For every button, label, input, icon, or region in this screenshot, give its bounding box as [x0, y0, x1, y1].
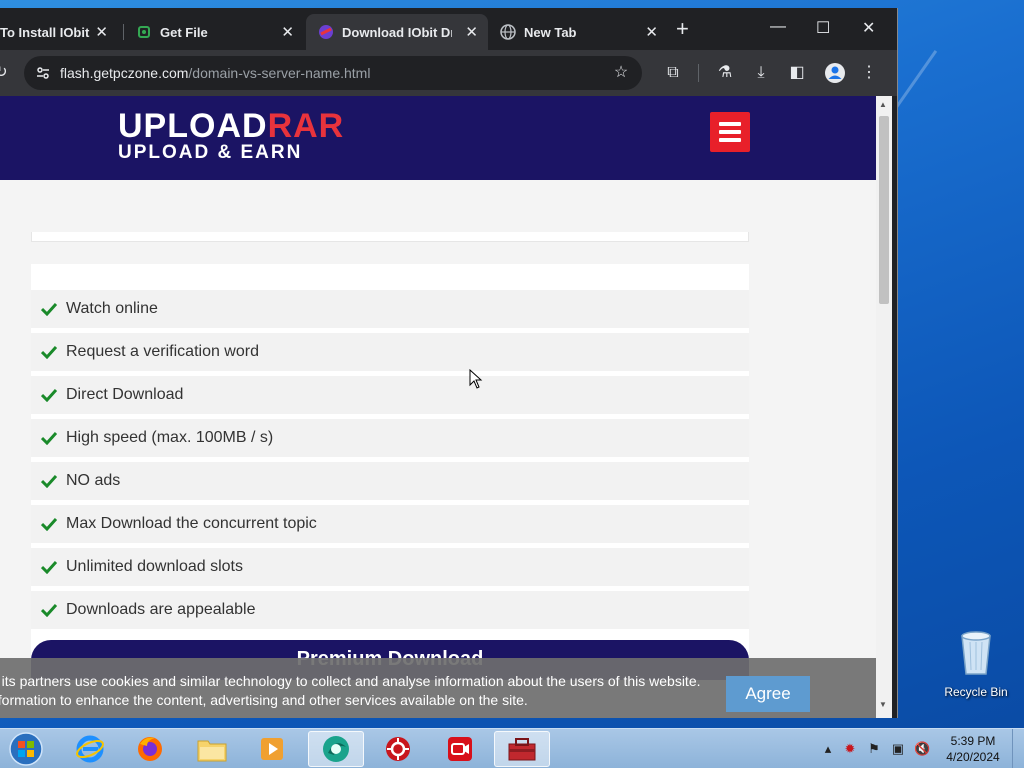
- bug-icon: [138, 26, 150, 38]
- tab-download-iobit[interactable]: Download IObit Driv ✕: [306, 14, 488, 50]
- close-window-button[interactable]: ✕: [862, 18, 875, 38]
- checkmark-icon: [41, 517, 57, 531]
- feature-item: NO ads: [31, 462, 749, 500]
- new-tab-button[interactable]: +: [676, 18, 689, 40]
- site-info-icon[interactable]: [36, 66, 50, 80]
- profile-avatar-icon[interactable]: [824, 62, 846, 84]
- taskbar-chrome-active[interactable]: [308, 731, 364, 767]
- tab-label: Download IObit Driv: [342, 24, 452, 40]
- browser-toolbar: ↻ flash.getpczone.com/domain-vs-server-n…: [0, 50, 897, 96]
- tab-label: New Tab: [524, 24, 577, 40]
- volume-muted-icon[interactable]: 🔇: [914, 741, 930, 757]
- tab-label: To Install IObit: [0, 24, 90, 40]
- scroll-down-arrow-icon[interactable]: ▼: [879, 700, 887, 709]
- reload-icon[interactable]: ↻: [0, 64, 10, 82]
- url-domain: flash.getpczone.com: [60, 65, 189, 81]
- globe-icon: [500, 24, 516, 40]
- feature-item: Unlimited download slots: [31, 548, 749, 586]
- maximize-button[interactable]: ☐: [816, 18, 830, 38]
- toolbar-divider: [698, 64, 699, 82]
- tab-close-icon[interactable]: ✕: [645, 23, 658, 41]
- labs-flask-icon[interactable]: ⚗: [716, 64, 734, 82]
- bookmark-star-icon[interactable]: ☆: [612, 64, 630, 82]
- security-tray-icon[interactable]: ✹: [842, 741, 858, 757]
- taskbar-driver-booster[interactable]: [370, 731, 426, 767]
- url-text: flash.getpczone.com/domain-vs-server-nam…: [60, 65, 370, 81]
- uploadrar-logo[interactable]: UPLOADRAR UPLOAD & EARN: [118, 107, 345, 164]
- firefox-icon: [138, 737, 162, 761]
- tab-close-icon[interactable]: ✕: [95, 23, 108, 41]
- recycle-bin-desktop-icon[interactable]: Recycle Bin: [944, 630, 1008, 699]
- browser-app-icon: [323, 736, 349, 762]
- agree-button[interactable]: Agree: [726, 676, 810, 712]
- checkmark-icon: [41, 345, 57, 359]
- tab-get-file[interactable]: Get File ✕: [124, 14, 304, 50]
- side-panel-icon[interactable]: ◧: [788, 64, 806, 82]
- taskbar-media-player[interactable]: [244, 731, 300, 767]
- tab-label: Get File: [160, 24, 208, 40]
- network-icon[interactable]: ▣: [890, 741, 906, 757]
- menu-kebab-icon[interactable]: ⋮: [860, 64, 878, 82]
- address-bar[interactable]: flash.getpczone.com/domain-vs-server-nam…: [24, 56, 642, 90]
- minimize-button[interactable]: —: [770, 18, 786, 36]
- checkmark-icon: [41, 603, 57, 617]
- media-player-icon: [261, 738, 283, 760]
- action-center-flag-icon[interactable]: ⚑: [866, 741, 882, 757]
- taskbar-firefox[interactable]: [122, 731, 178, 767]
- show-hidden-icons-arrow-icon[interactable]: ▴: [820, 741, 836, 757]
- scroll-thumb[interactable]: [879, 116, 889, 304]
- toolbox-icon: [508, 738, 536, 761]
- logo-tagline: UPLOAD & EARN: [118, 142, 303, 163]
- tab-new-tab[interactable]: New Tab ✕: [488, 14, 668, 50]
- checkmark-icon: [41, 388, 57, 402]
- feature-item: Downloads are appealable: [31, 591, 749, 629]
- start-button-windows-icon[interactable]: [6, 731, 46, 767]
- folder-icon: [197, 740, 227, 762]
- download-icon[interactable]: ⤓: [752, 64, 770, 82]
- taskbar-internet-explorer[interactable]: [62, 731, 118, 767]
- content-card-top: [31, 232, 749, 242]
- show-desktop-button[interactable]: [1012, 729, 1024, 768]
- tab-install-iobit[interactable]: To Install IObit ✕: [0, 14, 118, 50]
- feature-item: Watch online: [31, 290, 749, 328]
- driver-booster-icon: [386, 737, 410, 761]
- feature-item: High speed (max. 100MB / s): [31, 419, 749, 457]
- feature-item: Max Download the concurrent topic: [31, 505, 749, 543]
- site-header: UPLOADRAR UPLOAD & EARN: [0, 96, 876, 180]
- internet-explorer-icon: [76, 735, 104, 763]
- taskbar-clock[interactable]: 5:39 PM 4/20/2024: [940, 733, 1006, 765]
- tab-close-icon[interactable]: ✕: [465, 23, 478, 41]
- checkmark-icon: [41, 431, 57, 445]
- recycle-bin-icon: [961, 631, 991, 675]
- checkmark-icon: [41, 474, 57, 488]
- tab-strip: To Install IObit ✕ Get File ✕ Download I…: [0, 8, 897, 50]
- screen-recorder-icon: [448, 737, 472, 761]
- checkmark-icon: [41, 302, 57, 316]
- checkmark-icon: [41, 560, 57, 574]
- scroll-up-arrow-icon[interactable]: ▲: [879, 100, 887, 109]
- feature-item: Request a verification word: [31, 333, 749, 371]
- url-path: /domain-vs-server-name.html: [188, 65, 371, 81]
- features-card: Watch online Request a verification word…: [31, 264, 749, 664]
- taskbar: ▴ ✹ ⚑ ▣ 🔇 5:39 PM 4/20/2024: [0, 728, 1024, 768]
- browser-window: To Install IObit ✕ Get File ✕ Download I…: [0, 8, 898, 718]
- clock-time: 5:39 PM: [950, 734, 996, 748]
- mouse-cursor-icon: [469, 369, 483, 389]
- tab-close-icon[interactable]: ✕: [281, 23, 294, 41]
- extensions-icon[interactable]: ⧉: [664, 64, 682, 82]
- cookie-text: d its partners use cookies and similar t…: [0, 673, 701, 708]
- feature-item: Direct Download: [31, 376, 749, 414]
- taskbar-file-explorer[interactable]: [184, 731, 240, 767]
- logo-wordmark: UPLOADRAR: [118, 107, 345, 145]
- site-favicon-icon: [319, 25, 333, 39]
- clock-date: 4/20/2024: [946, 750, 1000, 764]
- taskbar-toolbox-app[interactable]: [494, 731, 550, 767]
- recycle-bin-label: Recycle Bin: [944, 685, 1008, 699]
- page-scrollbar[interactable]: ▲ ▼: [876, 96, 892, 718]
- hamburger-menu-button[interactable]: [710, 112, 750, 152]
- taskbar-screen-recorder[interactable]: [432, 731, 488, 767]
- page-viewport: UPLOADRAR UPLOAD & EARN Watch online Req…: [0, 96, 876, 718]
